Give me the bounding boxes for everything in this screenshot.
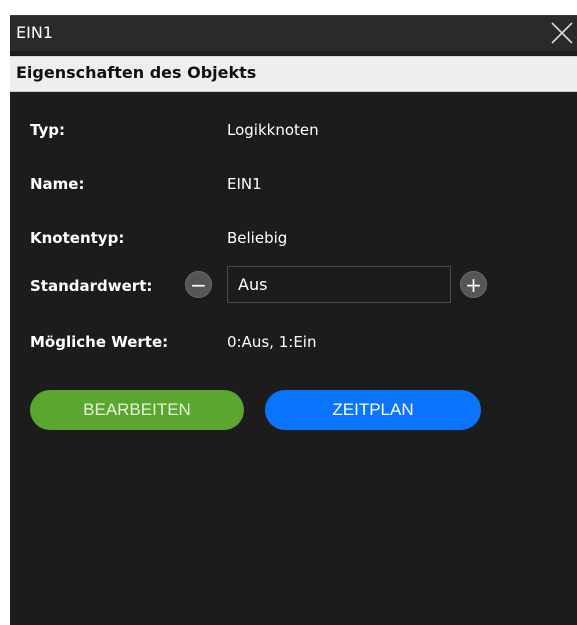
name-value: EIN1 — [227, 175, 262, 193]
standardwert-value: Aus — [238, 275, 268, 294]
dialog-title: EIN1 — [16, 23, 53, 42]
name-label: Name: — [30, 175, 85, 193]
moegliche-werte-label: Mögliche Werte: — [30, 333, 169, 351]
increment-button[interactable]: + — [460, 271, 487, 298]
minus-icon: − — [190, 272, 207, 297]
plus-icon: + — [465, 272, 482, 297]
dialog-titlebar: EIN1 — [10, 15, 577, 51]
section-header: Eigenschaften des Objekts — [10, 56, 577, 92]
knotentyp-value: Beliebig — [227, 229, 288, 247]
decrement-button[interactable]: − — [185, 271, 212, 298]
knotentyp-label: Knotentyp: — [30, 229, 125, 247]
zeitplan-button[interactable]: ZEITPLAN — [265, 390, 481, 430]
moegliche-werte-value: 0:Aus, 1:Ein — [227, 333, 317, 351]
close-icon[interactable] — [549, 20, 575, 46]
standardwert-input[interactable]: Aus — [227, 266, 451, 303]
typ-label: Typ: — [30, 121, 65, 139]
typ-value: Logikknoten — [227, 121, 319, 139]
standardwert-label: Standardwert: — [30, 277, 153, 295]
properties-dialog: EIN1 Eigenschaften des Objekts Typ: Logi… — [10, 15, 577, 625]
section-title: Eigenschaften des Objekts — [16, 63, 257, 82]
bearbeiten-button[interactable]: BEARBEITEN — [30, 390, 244, 430]
